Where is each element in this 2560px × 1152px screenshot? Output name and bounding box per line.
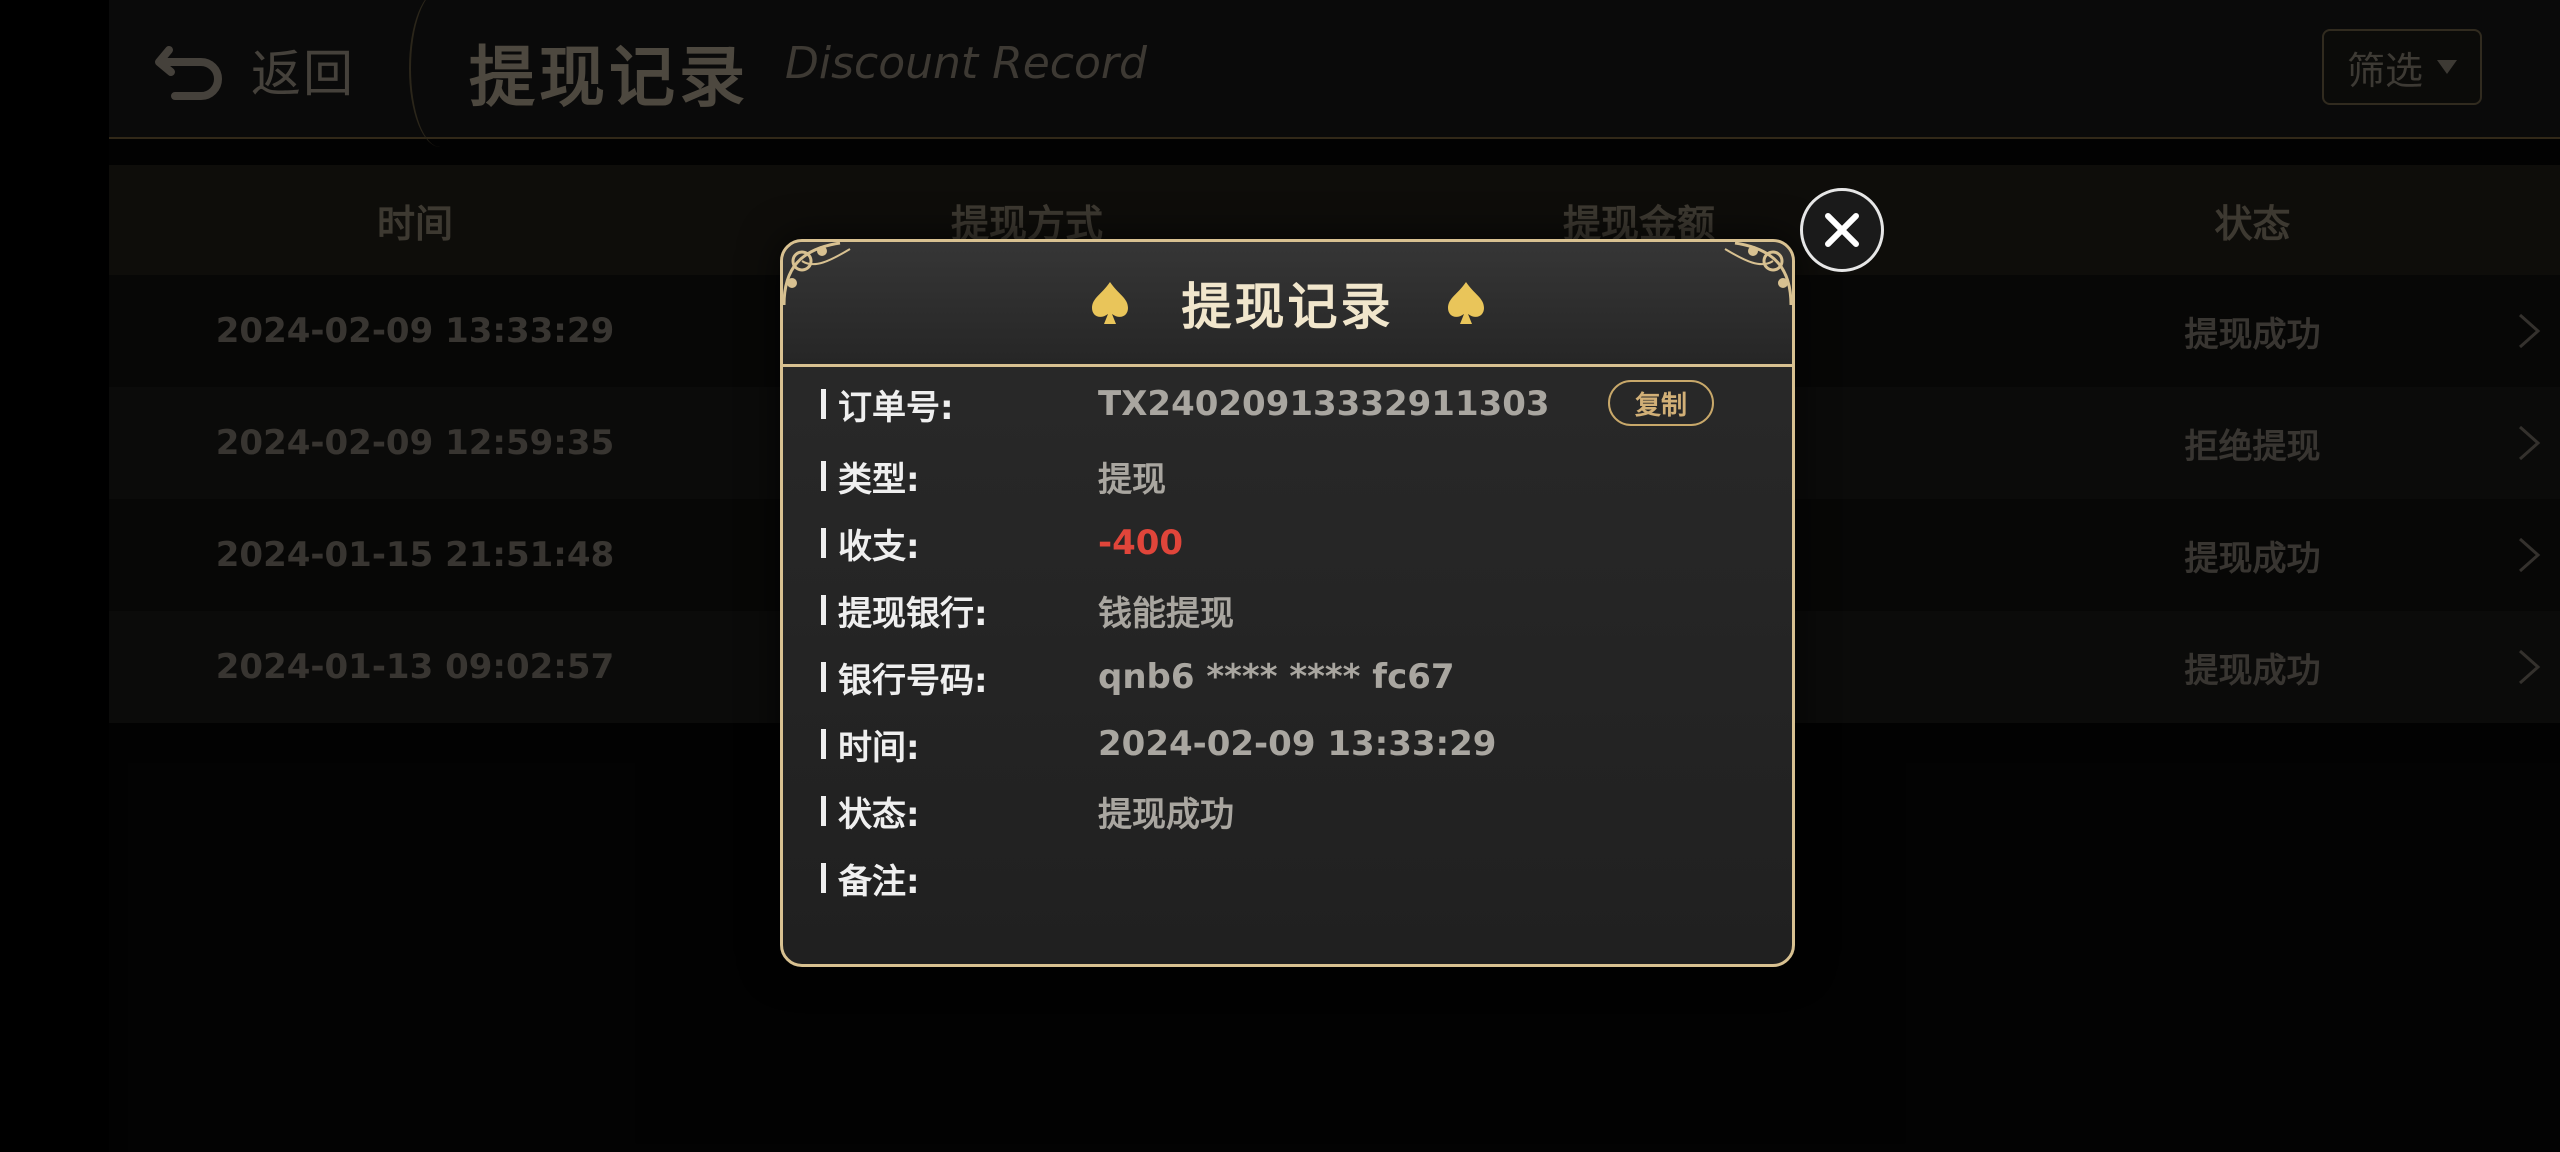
account-value: qnb6 **** **** fc67 bbox=[1098, 657, 1455, 697]
spade-icon bbox=[1091, 282, 1128, 324]
field-type: 类型: 提现 bbox=[821, 446, 1761, 506]
status-value: 提现成功 bbox=[1098, 794, 1234, 835]
field-label: 提现银行: bbox=[838, 593, 988, 634]
close-button[interactable] bbox=[1800, 188, 1884, 272]
time-value: 2024-02-09 13:33:29 bbox=[1098, 724, 1497, 764]
field-bank: 提现银行: 钱能提现 bbox=[821, 580, 1761, 640]
field-label: 订单号: bbox=[838, 387, 954, 428]
field-amount: 收支: -400 bbox=[821, 513, 1761, 573]
modal-header: 提现记录 bbox=[782, 241, 1793, 367]
close-icon bbox=[1825, 213, 1859, 247]
field-status: 状态: 提现成功 bbox=[821, 781, 1761, 841]
field-label: 类型: bbox=[838, 459, 920, 500]
modal-title: 提现记录 bbox=[1181, 278, 1394, 336]
field-remark: 备注: bbox=[821, 848, 1761, 908]
field-label: 状态: bbox=[838, 794, 920, 835]
field-time: 时间: 2024-02-09 13:33:29 bbox=[821, 714, 1761, 774]
amount-value: -400 bbox=[1098, 523, 1184, 563]
order-no-value: TX24020913332911303 bbox=[1098, 384, 1550, 424]
field-label: 备注: bbox=[838, 861, 920, 902]
spade-icon bbox=[1447, 282, 1484, 324]
field-label: 时间: bbox=[838, 727, 920, 768]
type-value: 提现 bbox=[1098, 459, 1166, 500]
bank-value: 钱能提现 bbox=[1098, 593, 1234, 634]
record-detail-modal: 提现记录 订单号: TX24020913332911303 复制 类型: 提现 … bbox=[780, 239, 1795, 967]
ornament-corner-icon bbox=[782, 241, 851, 306]
field-label: 收支: bbox=[838, 526, 920, 567]
ornament-corner-icon bbox=[1724, 241, 1793, 306]
field-account: 银行号码: qnb6 **** **** fc67 bbox=[821, 647, 1761, 707]
copy-button[interactable]: 复制 bbox=[1608, 380, 1714, 426]
field-order-no: 订单号: TX24020913332911303 复制 bbox=[821, 374, 1761, 434]
field-label: 银行号码: bbox=[838, 660, 988, 701]
